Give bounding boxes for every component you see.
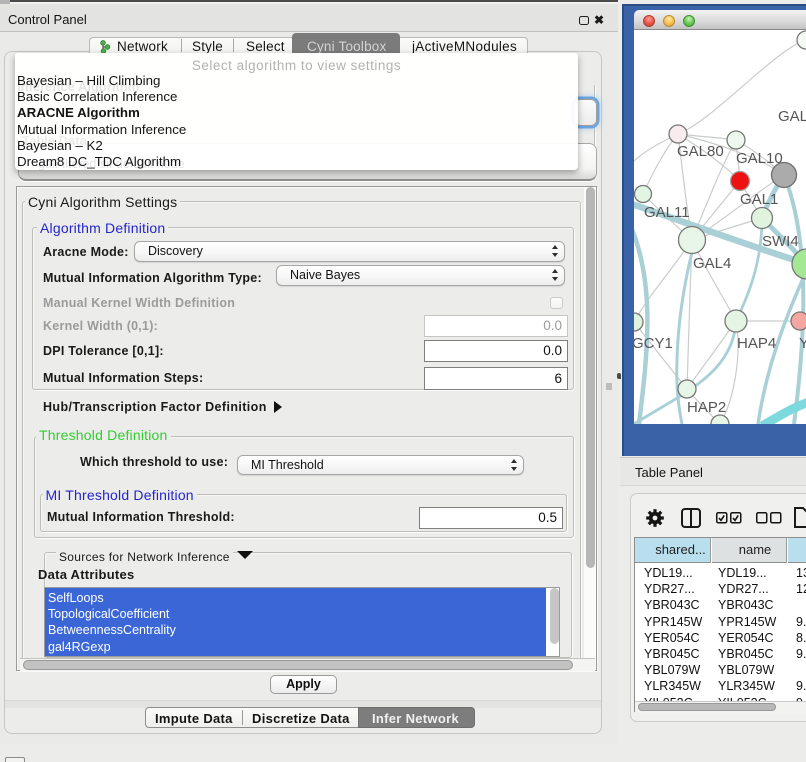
svg-text:GAL4: GAL4 [693, 255, 731, 272]
svg-text:GAL11: GAL11 [644, 204, 690, 221]
svg-text:GAL80: GAL80 [677, 143, 724, 160]
svg-text:GAL1: GAL1 [740, 191, 778, 208]
svg-text:GAL10: GAL10 [736, 150, 783, 167]
svg-text:GAL: GAL [778, 108, 806, 125]
svg-text:Y: Y [799, 335, 806, 352]
svg-text:HAP2: HAP2 [687, 399, 726, 416]
svg-text:SWI4: SWI4 [762, 233, 799, 250]
svg-text:HAP4: HAP4 [737, 335, 776, 352]
svg-text:GCY1: GCY1 [634, 335, 673, 352]
